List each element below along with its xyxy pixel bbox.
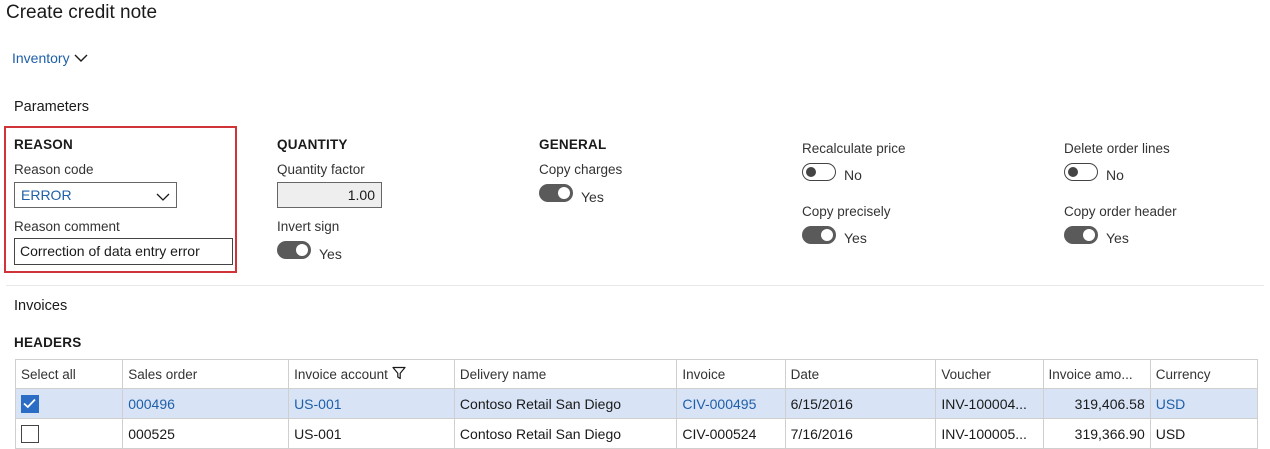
- reason-code-select[interactable]: ERROR: [14, 182, 177, 208]
- copy-order-header-state: Yes: [1106, 230, 1129, 246]
- copy-charges-label: Copy charges: [539, 162, 623, 177]
- sales-order-link[interactable]: 000496: [122, 388, 290, 419]
- invoice-link[interactable]: CIV-000495: [676, 388, 786, 419]
- copy-precisely-label: Copy precisely: [802, 204, 891, 219]
- toggle-knob: [296, 244, 308, 256]
- quantity-factor-label: Quantity factor: [277, 162, 365, 177]
- column-header-voucher[interactable]: Voucher: [935, 359, 1044, 389]
- checkmark-icon: [23, 398, 36, 408]
- page-title: Create credit note: [6, 2, 158, 23]
- invoice-amount-cell: 319,406.58: [1042, 388, 1151, 419]
- column-header-sales-order[interactable]: Sales order: [122, 359, 290, 389]
- date-cell: 6/15/2016: [784, 388, 937, 419]
- filter-icon[interactable]: [392, 366, 406, 383]
- inventory-menu-label: Inventory: [12, 50, 70, 66]
- column-header-currency[interactable]: Currency: [1149, 359, 1259, 389]
- delete-order-lines-label: Delete order lines: [1064, 141, 1170, 156]
- reason-code-value: ERROR: [21, 187, 72, 203]
- recalculate-price-label: Recalculate price: [802, 141, 906, 156]
- copy-order-header-toggle[interactable]: [1064, 226, 1098, 244]
- reason-comment-input[interactable]: Correction of data entry error: [14, 238, 233, 265]
- date-cell: 7/16/2016: [784, 418, 937, 449]
- invoice-account-header-label: Invoice account: [294, 366, 388, 382]
- recalculate-price-state: No: [844, 167, 862, 183]
- currency-cell: USD: [1149, 418, 1259, 449]
- copy-precisely-state: Yes: [844, 230, 867, 246]
- chevron-down-icon: [74, 54, 88, 63]
- column-header-invoice-amount[interactable]: Invoice amo...: [1042, 359, 1151, 389]
- recalculate-price-toggle[interactable]: [802, 163, 836, 181]
- reason-comment-label: Reason comment: [14, 219, 120, 234]
- delivery-name-cell: Contoso Retail San Diego: [453, 418, 678, 449]
- voucher-cell: INV-100005...: [935, 418, 1044, 449]
- table-row[interactable]: 000525 US-001 Contoso Retail San Diego C…: [14, 418, 1259, 449]
- section-divider: [6, 285, 1264, 286]
- invoices-heading: Invoices: [14, 298, 68, 314]
- toggle-knob: [1068, 166, 1078, 177]
- invert-sign-state: Yes: [319, 246, 342, 262]
- table-row[interactable]: 000496 US-001 Contoso Retail San Diego C…: [14, 388, 1259, 419]
- invoice-cell: CIV-000524: [676, 418, 786, 449]
- inventory-menu[interactable]: Inventory: [12, 50, 88, 66]
- reason-code-label: Reason code: [14, 162, 94, 177]
- reason-group-title: REASON: [14, 137, 73, 152]
- toggle-knob: [558, 187, 570, 199]
- delivery-name-cell: Contoso Retail San Diego: [453, 388, 678, 419]
- toggle-knob: [806, 166, 816, 177]
- delete-order-lines-toggle[interactable]: [1064, 163, 1098, 181]
- chevron-down-icon: [156, 189, 170, 205]
- toggle-knob: [1083, 229, 1095, 241]
- invoice-headers-grid: Select all Sales order Invoice account D…: [14, 359, 1259, 449]
- invoice-account-link[interactable]: US-001: [288, 388, 455, 419]
- row-select-cell[interactable]: [14, 418, 124, 449]
- row-checkbox[interactable]: [21, 394, 39, 413]
- sales-order-cell: 000525: [122, 418, 290, 449]
- column-header-select-all[interactable]: Select all: [14, 359, 124, 389]
- copy-order-header-label: Copy order header: [1064, 204, 1177, 219]
- grid-header-row: Select all Sales order Invoice account D…: [14, 359, 1259, 389]
- copy-charges-state: Yes: [581, 189, 604, 205]
- quantity-group-title: QUANTITY: [277, 137, 348, 152]
- general-group-title: GENERAL: [539, 137, 607, 152]
- voucher-cell: INV-100004...: [935, 388, 1044, 419]
- invert-sign-toggle[interactable]: [277, 241, 311, 259]
- invoice-account-cell: US-001: [288, 418, 455, 449]
- delete-order-lines-state: No: [1106, 167, 1124, 183]
- toggle-knob: [821, 229, 833, 241]
- row-checkbox[interactable]: [21, 424, 39, 443]
- column-header-date[interactable]: Date: [784, 359, 937, 389]
- headers-subheading: HEADERS: [14, 335, 82, 350]
- column-header-invoice-account[interactable]: Invoice account: [288, 359, 455, 389]
- copy-charges-toggle[interactable]: [539, 184, 573, 202]
- currency-link[interactable]: USD: [1149, 388, 1259, 419]
- column-header-invoice[interactable]: Invoice: [676, 359, 786, 389]
- parameters-heading: Parameters: [14, 99, 89, 115]
- invert-sign-label: Invert sign: [277, 219, 340, 234]
- quantity-factor-input[interactable]: 1.00: [277, 182, 382, 208]
- column-header-delivery-name[interactable]: Delivery name: [453, 359, 678, 389]
- row-select-cell[interactable]: [14, 388, 124, 419]
- invoice-amount-cell: 319,366.90: [1042, 418, 1151, 449]
- copy-precisely-toggle[interactable]: [802, 226, 836, 244]
